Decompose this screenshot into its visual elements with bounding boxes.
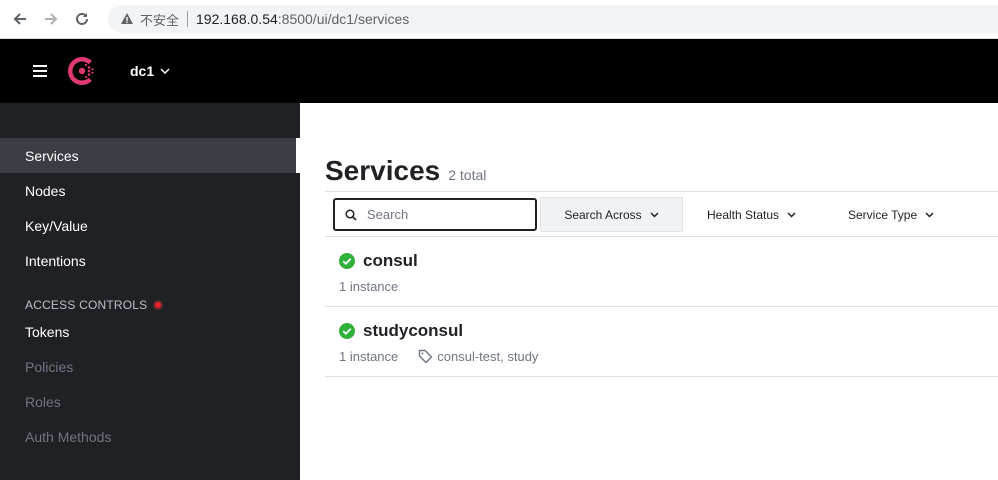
service-name-row: studyconsul bbox=[339, 321, 463, 341]
health-status-dropdown[interactable]: Health Status bbox=[707, 197, 796, 232]
datacenter-dropdown[interactable]: dc1 bbox=[130, 63, 170, 79]
sidebar-item-intentions[interactable]: Intentions bbox=[0, 243, 296, 278]
search-across-label: Search Across bbox=[564, 207, 642, 222]
chevron-down-icon bbox=[160, 68, 170, 74]
search-field[interactable] bbox=[333, 198, 537, 231]
sidebar: Services Nodes Key/Value Intentions ACCE… bbox=[0, 103, 300, 480]
instance-count: 1 instance bbox=[339, 279, 399, 294]
service-tags-text: consul-test, study bbox=[437, 349, 539, 364]
service-type-dropdown[interactable]: Service Type bbox=[848, 197, 934, 232]
check-circle-icon bbox=[339, 253, 355, 269]
access-controls-label: ACCESS CONTROLS bbox=[25, 298, 148, 312]
sidebar-item-tokens[interactable]: Tokens bbox=[0, 314, 296, 349]
back-arrow-icon[interactable] bbox=[9, 8, 31, 30]
chevron-down-icon bbox=[925, 211, 934, 218]
main-content: Services 2 total Search Across Health St… bbox=[300, 103, 998, 480]
service-type-label: Service Type bbox=[848, 207, 918, 222]
check-circle-icon bbox=[339, 323, 355, 339]
search-across-dropdown[interactable]: Search Across bbox=[540, 197, 683, 232]
app-header: dc1 bbox=[0, 39, 998, 103]
url-path: :8500/ui/dc1/services bbox=[277, 11, 410, 27]
access-controls-heading: ACCESS CONTROLS bbox=[25, 298, 164, 312]
consul-logo-icon[interactable] bbox=[64, 53, 100, 89]
sidebar-item-services[interactable]: Services bbox=[0, 138, 300, 173]
page-heading: Services bbox=[325, 155, 441, 186]
chevron-down-icon bbox=[787, 211, 796, 218]
service-name-link[interactable]: consul bbox=[363, 251, 418, 271]
service-meta: 1 instance bbox=[339, 279, 398, 294]
forward-arrow-icon[interactable] bbox=[40, 8, 62, 30]
insecure-label: 不安全 bbox=[140, 13, 180, 29]
filter-bar: Search Across Health Status Service Type bbox=[325, 191, 998, 237]
search-input[interactable] bbox=[367, 207, 517, 222]
page-title: Services 2 total bbox=[325, 155, 486, 187]
health-status-label: Health Status bbox=[707, 207, 780, 222]
browser-toolbar: 不安全 192.168.0.54:8500/ui/dc1/services bbox=[0, 0, 998, 39]
sidebar-item-roles[interactable]: Roles bbox=[0, 384, 296, 419]
acl-disabled-status-icon bbox=[153, 300, 164, 310]
list-item[interactable]: consul 1 instance bbox=[325, 237, 998, 307]
instance-count: 1 instance bbox=[339, 349, 399, 364]
sidebar-item-policies[interactable]: Policies bbox=[0, 349, 296, 384]
menu-icon[interactable] bbox=[33, 65, 47, 77]
sidebar-item-key-value[interactable]: Key/Value bbox=[0, 208, 296, 243]
url-separator bbox=[187, 11, 189, 27]
sidebar-item-auth-methods[interactable]: Auth Methods bbox=[0, 419, 296, 454]
tag-icon bbox=[419, 349, 433, 364]
search-icon bbox=[345, 208, 357, 221]
url-host: 192.168.0.54 bbox=[196, 11, 278, 27]
service-tags: consul-test, study bbox=[418, 349, 538, 364]
datacenter-label: dc1 bbox=[130, 63, 155, 79]
reload-icon[interactable] bbox=[71, 8, 93, 30]
list-item[interactable]: studyconsul 1 instance consul-test, stud… bbox=[325, 307, 998, 377]
address-bar[interactable]: 不安全 192.168.0.54:8500/ui/dc1/services bbox=[108, 5, 998, 33]
service-meta: 1 instance consul-test, study bbox=[339, 349, 538, 364]
service-name-link[interactable]: studyconsul bbox=[363, 321, 463, 341]
services-total-count: 2 total bbox=[448, 167, 487, 183]
sidebar-item-nodes[interactable]: Nodes bbox=[0, 173, 296, 208]
service-name-row: consul bbox=[339, 251, 418, 271]
chevron-down-icon bbox=[650, 211, 659, 218]
warning-icon bbox=[121, 13, 133, 24]
